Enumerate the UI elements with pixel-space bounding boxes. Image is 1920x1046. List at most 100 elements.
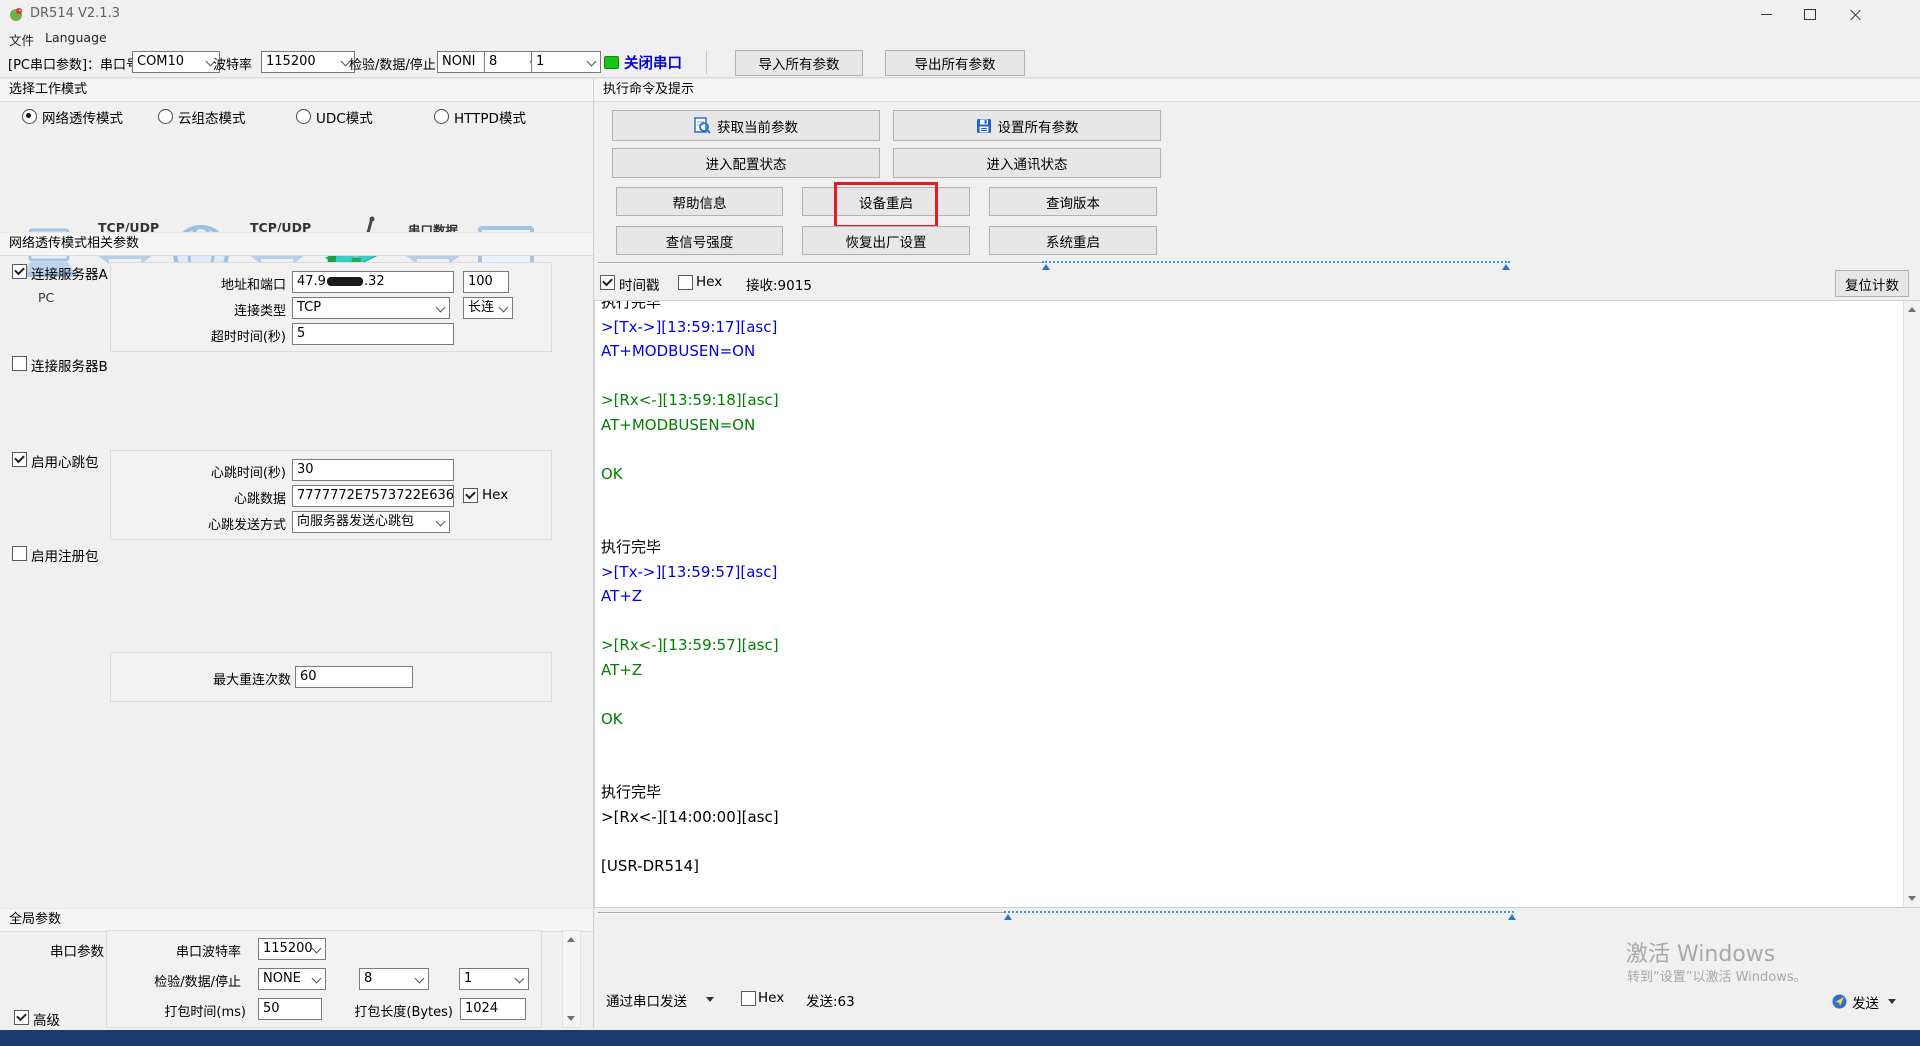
set-params-button[interactable]: 设置所有参数 (893, 110, 1161, 141)
trackbar-groove[interactable] (598, 262, 1042, 264)
scroll-up-icon[interactable] (1908, 307, 1916, 312)
system-reboot-button[interactable]: 系统重启 (989, 226, 1157, 255)
packlen-input[interactable]: 1024 (460, 998, 526, 1020)
command-section-header: 执行命令及提示 (594, 78, 1920, 102)
baud-select[interactable]: 115200 (261, 51, 355, 73)
timestamp-label: 时间戳 (619, 274, 660, 294)
timestamp-checkbox[interactable] (600, 275, 615, 290)
conn-type-label: 连接类型 (234, 300, 286, 319)
enter-comm-button[interactable]: 进入通讯状态 (893, 148, 1161, 178)
log-area[interactable]: 执行完毕>[Tx->][13:59:17][asc]AT+MODBUSEN=ON… (594, 300, 1920, 908)
serverB-checkbox[interactable] (12, 356, 27, 371)
activate-windows-hint: 转到“设置”以激活 Windows。 (1627, 966, 1807, 985)
log-hex-label: Hex (696, 274, 722, 290)
factory-reset-button[interactable]: 恢复出厂设置 (802, 226, 970, 255)
heartbeat-time-input[interactable]: 30 (292, 459, 454, 481)
radio-cloud-config[interactable] (158, 109, 173, 124)
heartbeat-data-label: 心跳数据 (234, 488, 286, 507)
left-panel: 选择工作模式 网络透传模式 云组态模式 UDC模式 HTTPD模式 PC TCP… (0, 78, 593, 1028)
trackbar-ticks[interactable] (1042, 261, 1510, 263)
trackbar-ticks[interactable] (1004, 911, 1514, 913)
radio-udc-mode[interactable] (296, 109, 311, 124)
menu-bar: 文件 Language (0, 28, 1920, 48)
advanced-checkbox[interactable] (14, 1010, 29, 1025)
register-label: 启用注册包 (31, 545, 99, 565)
baud-label: 波特率 (213, 54, 252, 73)
radio-httpd-mode[interactable] (434, 109, 449, 124)
global-groupbox: 串口波特率 115200 检验/数据/停止 NONE 8 1 打包时间(ms) … (106, 930, 542, 1028)
timeout-label: 超时时间(秒) (211, 326, 286, 345)
server-port-input[interactable]: 100 (463, 271, 509, 293)
heartbeat-hex-checkbox[interactable] (463, 488, 478, 503)
heartbeat-mode-select[interactable]: 向服务器发送心跳包 (292, 511, 450, 533)
reset-counter-button[interactable]: 复位计数 (1835, 270, 1909, 297)
stopbits-select[interactable]: 1 (531, 51, 601, 73)
chevron-down-icon[interactable] (706, 997, 714, 1002)
trackbar-thumb-icon[interactable] (1004, 914, 1012, 920)
trackbar-thumb-icon[interactable] (1042, 264, 1050, 270)
conn-type-select[interactable]: TCP (292, 297, 450, 319)
window-title: DR514 V2.1.3 (30, 6, 120, 21)
log-line (601, 682, 779, 707)
export-params-button[interactable]: 导出所有参数 (885, 50, 1025, 76)
send-hex-checkbox[interactable] (741, 991, 756, 1006)
menu-file[interactable]: 文件 (9, 30, 34, 49)
recv-counter: 接收:9015 (746, 274, 812, 294)
radio-httpd-mode-label: HTTPD模式 (454, 107, 526, 127)
log-line: OK (601, 462, 779, 487)
heartbeat-checkbox[interactable] (12, 452, 27, 467)
log-line (601, 609, 779, 634)
log-line: >[Tx->][13:59:57][asc] (601, 560, 779, 585)
heartbeat-data-input[interactable]: 7777772E7573722E636E (292, 485, 454, 507)
enter-config-button[interactable]: 进入配置状态 (612, 148, 880, 178)
log-scrollbar[interactable] (1903, 301, 1920, 907)
global-databits-select[interactable]: 8 (359, 968, 429, 990)
get-params-button[interactable]: 获取当前参数 (612, 110, 880, 141)
conn-mode-select[interactable]: 长连 (463, 297, 513, 319)
send-button[interactable]: 发送 (1852, 992, 1879, 1012)
log-line: >[Rx<-][13:59:18][asc] (601, 388, 779, 413)
help-info-button[interactable]: 帮助信息 (616, 187, 783, 216)
heartbeat-groupbox: 心跳时间(秒) 30 心跳数据 7777772E7573722E636E Hex… (110, 450, 552, 540)
global-baud-select[interactable]: 115200 (258, 938, 326, 960)
chevron-down-icon (499, 303, 509, 313)
close-serial-button[interactable]: 关闭串口 (624, 52, 682, 73)
scroll-down-icon[interactable] (1908, 896, 1916, 901)
reconnect-groupbox: 最大重连次数 60 (110, 652, 552, 702)
register-checkbox[interactable] (12, 546, 27, 561)
log-line: >[Rx<-][13:59:57][asc] (601, 633, 779, 658)
log-line (601, 829, 779, 854)
server-address-input[interactable]: 47.9.32 (292, 271, 454, 293)
packlen-label: 打包长度(Bytes) (354, 1001, 453, 1020)
scroll-down-icon[interactable] (567, 1016, 575, 1021)
log-line: 执行完毕 (601, 780, 779, 805)
advanced-label: 高级 (33, 1009, 60, 1029)
scroll-up-icon[interactable] (567, 937, 575, 942)
import-params-button[interactable]: 导入所有参数 (735, 50, 863, 76)
trackbar-thumb-icon[interactable] (1508, 914, 1516, 920)
serverB-label: 连接服务器B (31, 355, 108, 375)
reboot-highlight-box (834, 182, 938, 228)
heartbeat-label: 启用心跳包 (31, 451, 99, 471)
global-stopbits-select[interactable]: 1 (459, 968, 529, 990)
menu-language[interactable]: Language (45, 30, 107, 45)
maximize-button[interactable] (1788, 0, 1832, 28)
radio-net-passthrough[interactable] (22, 109, 37, 124)
chevron-down-icon (587, 57, 597, 67)
log-hex-checkbox[interactable] (678, 275, 693, 290)
minimize-button[interactable] (1744, 0, 1788, 28)
send-via-serial-button[interactable]: 通过串口发送 (606, 990, 687, 1010)
reconnect-input[interactable]: 60 (295, 666, 413, 688)
left-scrollbar[interactable] (562, 930, 581, 1028)
serverA-checkbox[interactable] (12, 264, 27, 279)
close-button[interactable] (1833, 0, 1877, 28)
query-version-button[interactable]: 查询版本 (989, 187, 1157, 216)
trackbar-thumb-icon[interactable] (1502, 264, 1510, 270)
signal-strength-button[interactable]: 查信号强度 (616, 226, 783, 255)
global-parity-select[interactable]: NONE (258, 968, 326, 990)
trackbar-groove[interactable] (598, 912, 1004, 914)
com-port-select[interactable]: COM10 (132, 51, 220, 73)
packtime-input[interactable]: 50 (258, 998, 322, 1020)
chevron-down-icon[interactable] (1888, 999, 1896, 1004)
timeout-input[interactable]: 5 (292, 323, 454, 345)
